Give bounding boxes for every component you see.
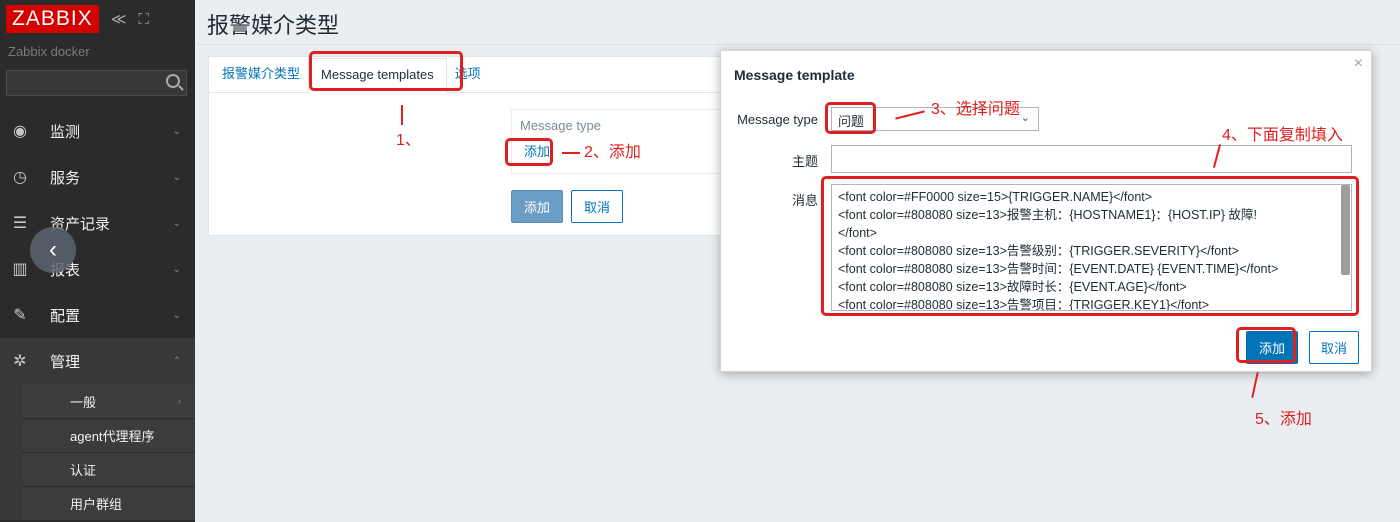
annotation-box-message-type [825,102,876,134]
list-icon: ☰ [12,215,28,232]
menu-item-monitoring[interactable]: ◉ 监测 ⌄ [0,108,195,154]
submenu-item-label: agent代理程序 [70,429,155,444]
menu-item-label: 服务 [50,169,81,187]
kiosk-mode-icon[interactable]: ⛶ [138,11,149,28]
tab-bar: 报警媒介类型 Message templates 选项 [209,57,807,93]
chevron-right-icon: › [177,395,181,407]
gear-icon: ✲ [13,353,27,370]
menu-item-label: 配置 [50,307,81,325]
brand-bar: ZABBIX ≪ ⛶ [0,0,195,38]
chevron-left-icon: ‹ [49,236,57,263]
chevron-down-icon: ⌄ [172,171,181,183]
wrench-icon: ✎ [13,307,27,324]
dialog-title: Message template [734,67,855,83]
annotation-arrow-5 [1251,372,1259,398]
annotation-step-4: 4、下面复制填入 [1222,127,1343,144]
dialog-cancel-button[interactable]: 取消 [1309,331,1360,364]
annotation-box-templates-tab [309,51,463,91]
menu-item-administration[interactable]: ✲ 管理 ⌃ [0,338,195,384]
search-icon[interactable] [166,74,180,88]
annotation-step-1: 1、 [396,132,421,149]
message-type-label: Message type [737,112,818,127]
submenu-item-label: 一般 [70,394,97,410]
zabbix-logo[interactable]: ZABBIX [6,5,99,33]
cancel-button[interactable]: 取消 [571,190,624,223]
submenu-item-user-groups[interactable]: 用户群组 [22,486,195,520]
eye-icon: ◉ [13,123,27,140]
annotation-step-3: 3、选择问题 [931,101,1020,118]
subject-input[interactable] [831,145,1352,173]
close-icon[interactable]: × [1354,55,1363,73]
add-button[interactable]: 添加 [511,190,564,223]
annotation-box-add-link [505,138,553,166]
annotation-arrow-1 [401,105,403,125]
menu-item-label: 监测 [50,123,81,141]
menu-item-configuration[interactable]: ✎ 配置 ⌄ [0,292,195,338]
page-title: 报警媒介类型 [207,13,340,38]
submenu-item-label: 认证 [70,463,97,478]
sidebar-search-input[interactable] [6,70,187,96]
submenu-item-proxies[interactable]: agent代理程序 [22,418,195,452]
submenu-item-authentication[interactable]: 认证 [22,452,195,486]
header-divider [195,44,1400,45]
chevron-down-icon: ⌄ [172,263,181,275]
sidebar: ZABBIX ≪ ⛶ Zabbix docker ◉ 监测 ⌄ ◷ 服务 ⌄ ☰… [0,0,195,522]
annotation-step-5: 5、添加 [1255,411,1312,428]
back-arrow-button[interactable]: ‹ [30,227,76,273]
chevron-down-icon: ⌄ [172,309,181,321]
server-name: Zabbix docker [8,44,90,59]
menu-item-services[interactable]: ◷ 服务 ⌄ [0,154,195,200]
clock-icon: ◷ [13,169,27,186]
message-label: 消息 [791,193,818,208]
bar-chart-icon: ▥ [12,261,28,278]
menu-item-inventory[interactable]: ☰ 资产记录 ⌄ [0,200,195,246]
submenu-item-general[interactable]: 一般 › [22,384,195,418]
annotation-arrow-2 [562,152,580,154]
collapse-sidebar-icon[interactable]: ≪ [111,10,127,28]
submenu-item-label: 用户群组 [70,497,123,512]
administration-submenu: 一般 › agent代理程序 认证 用户群组 [0,384,195,520]
subject-label: 主题 [791,154,818,169]
chevron-down-icon: ⌄ [1020,112,1030,124]
annotation-box-message [821,176,1359,316]
menu-item-label: 管理 [50,353,81,371]
chevron-down-icon: ⌄ [172,217,181,229]
main-menu: ◉ 监测 ⌄ ◷ 服务 ⌄ ☰ 资产记录 ⌄ ▥ 报表 ⌄ ✎ 配置 ⌄ ✲ 管… [0,108,195,520]
annotation-box-dialog-add [1236,327,1296,363]
annotation-step-2: 2、添加 [584,144,641,161]
chevron-up-icon: ⌃ [172,355,181,367]
chevron-down-icon: ⌄ [172,125,181,137]
form-buttons: 添加 取消 [511,190,624,223]
tab-media-type[interactable]: 报警媒介类型 [214,63,308,92]
